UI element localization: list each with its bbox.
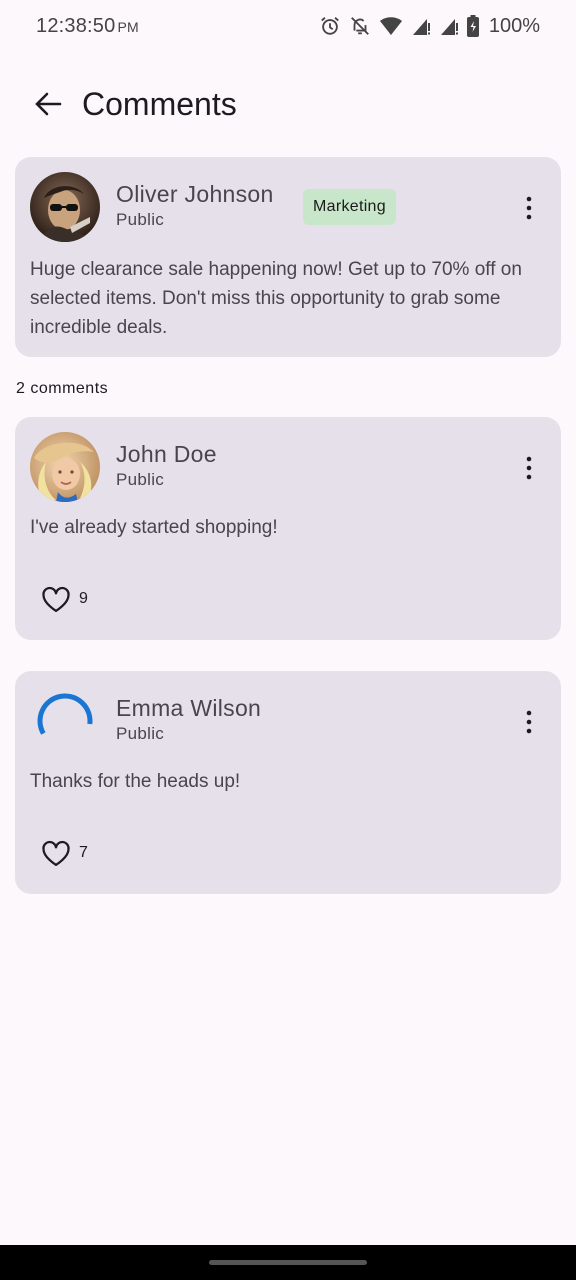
more-vert-icon — [526, 456, 532, 480]
battery-percent: 100% — [488, 14, 540, 37]
comment-body: I've already started shopping! — [30, 517, 278, 538]
comment-author-avatar — [30, 432, 100, 502]
more-options-button[interactable] — [515, 706, 543, 738]
top-app-bar: Comments — [0, 72, 576, 136]
home-gesture-handle[interactable] — [209, 1260, 367, 1265]
author-name[interactable]: John Doe — [116, 441, 217, 468]
more-vert-icon — [526, 196, 532, 220]
status-icons: 100% — [319, 15, 540, 38]
tag-chip[interactable]: Marketing — [303, 189, 396, 225]
notifications-off-icon — [350, 17, 369, 35]
comment-card: John Doe Public I've already started sho… — [15, 417, 561, 640]
more-options-button[interactable] — [515, 192, 543, 224]
avatar-loading — [30, 686, 100, 756]
comment-body: Thanks for the heads up! — [30, 771, 241, 792]
author-name[interactable]: Emma Wilson — [116, 695, 261, 722]
signal-icon — [440, 19, 458, 35]
visibility-label: Public — [116, 724, 165, 743]
loading-spinner-icon — [37, 693, 93, 735]
like-count: 9 — [79, 590, 88, 607]
avatar — [30, 432, 100, 502]
heart-icon — [42, 840, 70, 866]
clock-ampm: PM — [117, 18, 139, 35]
status-bar: 12:38:50 PM 100% — [0, 0, 576, 52]
signal-icon — [412, 19, 430, 35]
avatar — [30, 172, 100, 242]
arrow-left-icon — [35, 92, 62, 116]
alarm-icon — [320, 17, 339, 35]
visibility-label: Public — [116, 210, 165, 229]
page-title: Comments — [82, 85, 237, 122]
comments-count: 2 comments — [16, 380, 109, 397]
status-time: 12:38:50 PM — [36, 15, 139, 38]
post-card: Oliver Johnson Public Marketing Huge cle… — [15, 157, 561, 357]
clock-time: 12:38:50 — [36, 14, 116, 37]
post-author-avatar — [30, 172, 100, 242]
comment-card: Emma Wilson Public Thanks for the heads … — [15, 671, 561, 894]
more-options-button[interactable] — [515, 452, 543, 484]
like-button[interactable]: 7 — [41, 839, 88, 867]
back-button[interactable] — [24, 80, 72, 128]
battery-icon — [466, 15, 479, 37]
post-body: Huge clearance sale happening now! Get u… — [30, 259, 522, 338]
visibility-label: Public — [116, 470, 165, 489]
like-button[interactable]: 9 — [41, 585, 88, 613]
more-vert-icon — [526, 710, 532, 734]
like-count: 7 — [79, 844, 88, 861]
author-name[interactable]: Oliver Johnson — [116, 181, 274, 208]
wifi-icon — [379, 17, 402, 35]
heart-icon — [42, 586, 70, 612]
